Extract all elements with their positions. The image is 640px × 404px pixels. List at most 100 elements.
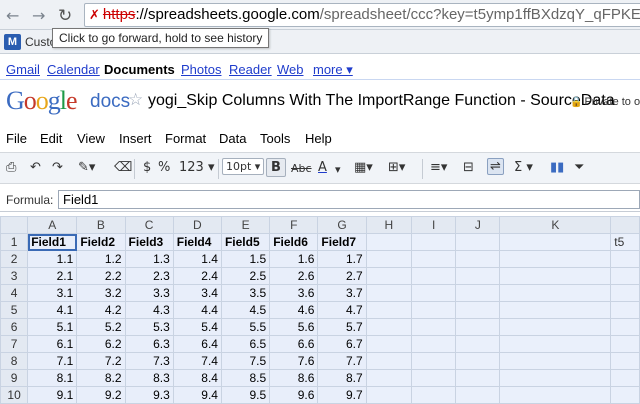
gbar-more[interactable]: more ▾ [313, 62, 353, 78]
cell[interactable] [455, 335, 501, 353]
cell[interactable] [499, 369, 612, 387]
cell[interactable]: 4.7 [317, 301, 367, 319]
column-header[interactable]: E [220, 216, 271, 234]
cell[interactable]: 6.2 [76, 335, 126, 353]
cell[interactable] [365, 318, 413, 336]
google-logo[interactable]: Google [6, 86, 78, 116]
cell[interactable] [411, 233, 457, 251]
cell[interactable]: 7.6 [269, 352, 319, 370]
column-header[interactable]: K [499, 216, 612, 234]
cell[interactable]: 8.7 [317, 369, 367, 387]
chevron-down-icon[interactable]: ▾ [335, 163, 341, 176]
cell[interactable] [610, 284, 640, 302]
column-header[interactable]: I [411, 216, 457, 234]
cell[interactable] [455, 250, 501, 268]
row-header[interactable]: 4 [0, 284, 29, 302]
cell[interactable] [365, 369, 413, 387]
cell[interactable] [455, 386, 501, 404]
cell[interactable]: 7.5 [220, 352, 271, 370]
wrap-text-icon[interactable]: ⇌ [487, 158, 504, 175]
currency-button[interactable]: $ [143, 160, 151, 175]
cell[interactable] [499, 301, 612, 319]
number-format-dropdown[interactable]: 123 ▾ [179, 160, 214, 175]
cell[interactable]: 4.2 [76, 301, 126, 319]
cell[interactable]: 3.7 [317, 284, 367, 302]
cell[interactable]: 6.7 [317, 335, 367, 353]
column-header[interactable]: H [365, 216, 413, 234]
menu-help[interactable]: Help [305, 131, 332, 146]
cell[interactable]: 4.3 [124, 301, 174, 319]
sharing-status[interactable]: 🔒 Private to or [570, 96, 640, 108]
cell[interactable]: 1.2 [76, 250, 126, 268]
cell[interactable]: 3.3 [124, 284, 174, 302]
cell[interactable]: 2.3 [124, 267, 174, 285]
column-header[interactable]: A [27, 216, 78, 234]
cell[interactable] [499, 318, 612, 336]
cell[interactable] [411, 267, 457, 285]
column-header[interactable]: G [317, 216, 367, 234]
row-header[interactable]: 1 [0, 233, 29, 251]
align-icon[interactable]: ≡▾ [430, 160, 447, 175]
cell[interactable] [499, 267, 612, 285]
cell[interactable]: 1.3 [124, 250, 174, 268]
cell[interactable] [365, 335, 413, 353]
row-header[interactable]: 8 [0, 352, 29, 370]
menu-format[interactable]: Format [165, 131, 206, 146]
clear-format-icon[interactable]: ⌫ [114, 160, 132, 175]
cell[interactable]: 3.4 [172, 284, 222, 302]
formula-input[interactable]: Field1 [58, 190, 640, 209]
cell[interactable]: 2.6 [269, 267, 319, 285]
cell[interactable] [365, 250, 413, 268]
cell[interactable] [610, 301, 640, 319]
undo-icon[interactable]: ↶ [30, 160, 41, 175]
cell[interactable]: 7.1 [27, 352, 78, 370]
cell[interactable]: 1.4 [172, 250, 222, 268]
cell[interactable] [499, 352, 612, 370]
cell[interactable] [455, 301, 501, 319]
address-bar[interactable]: ✗ https://spreadsheets.google.com/spreads… [84, 3, 640, 27]
back-icon[interactable]: ← [6, 6, 19, 25]
gbar-reader[interactable]: Reader [229, 62, 272, 77]
cell[interactable]: 7.2 [76, 352, 126, 370]
cell[interactable]: Field4 [172, 233, 222, 251]
cell[interactable]: 3.1 [27, 284, 78, 302]
cell[interactable]: 1.1 [27, 250, 78, 268]
cell[interactable] [610, 250, 640, 268]
cell[interactable]: 5.6 [269, 318, 319, 336]
cell[interactable]: 2.2 [76, 267, 126, 285]
cell[interactable]: 8.1 [27, 369, 78, 387]
cell[interactable]: 3.2 [76, 284, 126, 302]
reload-icon[interactable]: ↻ [58, 6, 72, 26]
bold-button[interactable]: B [266, 158, 286, 177]
cell[interactable]: 6.1 [27, 335, 78, 353]
menu-view[interactable]: View [77, 131, 105, 146]
cell[interactable]: 1.6 [269, 250, 319, 268]
cell[interactable]: 1.5 [220, 250, 271, 268]
cell[interactable]: 8.4 [172, 369, 222, 387]
row-header[interactable]: 7 [0, 335, 29, 353]
strikethrough-button[interactable]: Abc [291, 162, 312, 175]
cell[interactable]: 7.3 [124, 352, 174, 370]
cell[interactable]: 8.6 [269, 369, 319, 387]
cell[interactable]: 5.1 [27, 318, 78, 336]
menu-edit[interactable]: Edit [40, 131, 62, 146]
fill-color-icon[interactable]: ▦▾ [354, 160, 373, 175]
document-title[interactable]: yogi_Skip Columns With The ImportRange F… [148, 92, 615, 110]
cell[interactable]: Field2 [76, 233, 126, 251]
cell[interactable]: 9.4 [172, 386, 222, 404]
redo-icon[interactable]: ↷ [52, 160, 63, 175]
cell[interactable] [411, 301, 457, 319]
cell[interactable]: 3.6 [269, 284, 319, 302]
select-all-corner[interactable] [0, 216, 29, 234]
print-icon[interactable]: ⎙ [6, 160, 16, 175]
cell[interactable]: 1.7 [317, 250, 367, 268]
row-header[interactable]: 2 [0, 250, 29, 268]
cell[interactable] [365, 267, 413, 285]
cell[interactable]: Field7 [317, 233, 367, 251]
cell[interactable] [610, 369, 640, 387]
row-header[interactable]: 6 [0, 318, 29, 336]
menu-insert[interactable]: Insert [119, 131, 152, 146]
cell[interactable] [365, 301, 413, 319]
sum-function-button[interactable]: Σ ▾ [514, 160, 533, 175]
row-header[interactable]: 9 [0, 369, 29, 387]
